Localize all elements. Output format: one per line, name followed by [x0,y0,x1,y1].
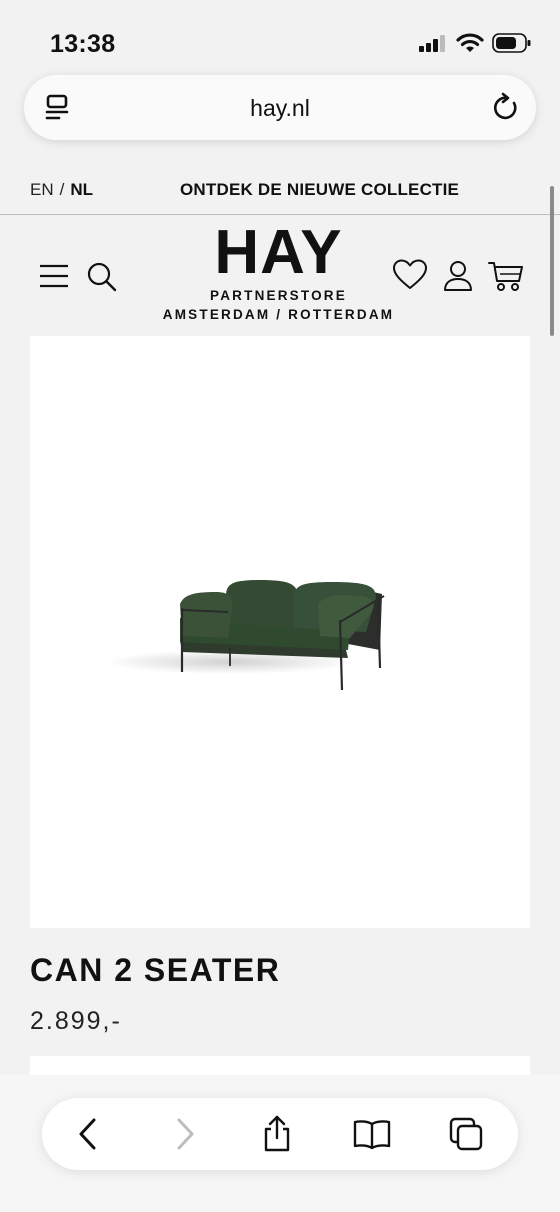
battery-icon [492,33,531,53]
heart-icon[interactable] [392,259,428,291]
brand-line2: AMSTERDAM / ROTTERDAM [162,307,395,322]
language-switcher: EN / NL [30,180,93,200]
sofa-image [105,580,385,691]
promo-link[interactable]: ONTDEK DE NIEUWE COLLECTIE [180,180,459,200]
product-image[interactable] [30,336,530,928]
reload-icon[interactable] [490,91,522,123]
site-topbar: EN / NL ONTDEK DE NIEUWE COLLECTIE [0,168,548,214]
cart-icon[interactable] [488,259,524,293]
product-price: 2.899,- [30,1007,122,1035]
status-bar: 13:38 [0,0,560,80]
lang-nl-link[interactable]: NL [70,180,93,199]
bookmarks-button[interactable] [352,1114,392,1154]
status-icons [418,32,532,54]
bookmarks-icon [353,1120,391,1150]
back-icon [79,1118,96,1150]
forward-button[interactable] [165,1114,205,1154]
site-header: HAY PARTNERSTORE AMSTERDAM / ROTTERDAM [0,215,548,335]
cellular-signal-icon [419,35,445,52]
forward-icon [177,1118,194,1150]
tabs-button[interactable] [446,1114,486,1154]
tabs-icon [449,1117,483,1151]
share-icon [264,1115,290,1152]
status-time: 13:38 [50,30,116,58]
wifi-icon [456,33,484,52]
url-text[interactable]: hay.nl [24,95,536,122]
share-button[interactable] [257,1114,297,1154]
lang-en-link[interactable]: EN [30,180,54,199]
back-button[interactable] [68,1114,108,1154]
product-title: CAN 2 SEATER [30,952,281,988]
address-bar[interactable]: hay.nl [24,75,536,140]
lang-separator: / [59,180,65,199]
browser-toolbar [42,1098,518,1170]
user-icon[interactable] [442,259,474,293]
